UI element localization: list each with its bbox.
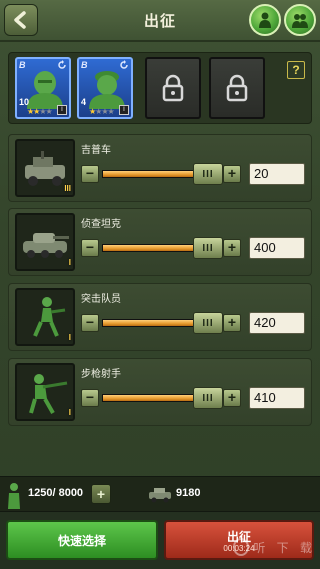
hero-badge: I: [119, 105, 129, 115]
top-bar: 出征: [0, 0, 320, 42]
tank-icon: [23, 233, 69, 258]
watermark-text: 听 下 载: [253, 540, 316, 555]
unit-count-field[interactable]: 400: [249, 237, 305, 259]
increase-button[interactable]: +: [223, 239, 241, 257]
hero-card-2[interactable]: B 4 ★★★★ I: [77, 57, 133, 119]
unit-rank-mark: I: [68, 408, 71, 417]
unit-rank-mark: I: [68, 258, 71, 267]
increase-button[interactable]: +: [223, 165, 241, 183]
lock-icon: [162, 74, 184, 102]
unit-row-assault-trooper: I 突击队员 − III + 420: [8, 283, 312, 351]
increase-button[interactable]: +: [223, 389, 241, 407]
unit-count-field[interactable]: 20: [249, 163, 305, 185]
unit-thumbnail[interactable]: I: [15, 363, 75, 421]
soldier-group-icon: [292, 14, 308, 28]
unit-rank-mark: III: [64, 184, 71, 193]
add-population-button[interactable]: +: [91, 484, 111, 504]
soldier-shield-icon: [259, 12, 271, 28]
slider-handle[interactable]: III: [193, 312, 223, 334]
hero-card-1[interactable]: B 10 ★★★★ I: [15, 57, 71, 119]
unit-count-field[interactable]: 420: [249, 312, 305, 334]
squad-panel: B 10 ★★★★ I B 4 ★★★★ I ?: [8, 52, 312, 124]
unit-row-jeep: III 吉普车 − III + 20: [8, 134, 312, 202]
unit-thumbnail[interactable]: I: [15, 288, 75, 346]
vehicle-icon: [149, 488, 171, 503]
watermark: 听 下 载: [233, 538, 316, 556]
quick-select-button[interactable]: 快速选择: [6, 520, 158, 560]
unit-row-scout-tank: I 侦查坦克 − III + 400: [8, 208, 312, 276]
resource-bar: 1250/ 8000 + 9180: [0, 476, 320, 512]
locked-slot-1[interactable]: [145, 57, 201, 119]
unit-row-rifleman: I 步枪射手 − III + 410: [8, 358, 312, 426]
hero-level: 10: [19, 97, 30, 107]
rifleman-icon: [29, 374, 68, 414]
unit-thumbnail[interactable]: III: [15, 139, 75, 197]
decrease-button[interactable]: −: [81, 165, 99, 183]
hero-portrait-icon: [89, 71, 125, 109]
increase-button[interactable]: +: [223, 314, 241, 332]
assault-soldier-icon: [33, 297, 66, 337]
unit-rank-mark: I: [68, 333, 71, 342]
hero-level: 4: [81, 97, 87, 107]
slider-handle[interactable]: III: [193, 237, 223, 259]
hero-portrait-icon: [27, 71, 63, 109]
game-screen: 出征 B 10 ★★★★ I B 4 ★★★★ I ? III 吉普车 − II…: [0, 0, 320, 569]
unit-name: 吉普车: [81, 145, 111, 156]
slider-handle[interactable]: III: [193, 387, 223, 409]
locked-slot-2[interactable]: [209, 57, 265, 119]
unit-count-field[interactable]: 410: [249, 387, 305, 409]
watermark-logo-icon: [233, 538, 250, 556]
population-count: 1250/ 8000: [28, 487, 84, 499]
soldier-shield-button[interactable]: [249, 4, 281, 36]
soldier-icon: [8, 483, 20, 509]
unit-name: 步枪射手: [81, 369, 121, 380]
lock-icon: [226, 74, 248, 102]
soldier-group-button[interactable]: [284, 4, 316, 36]
decrease-button[interactable]: −: [81, 314, 99, 332]
hero-badge: I: [57, 105, 67, 115]
help-button[interactable]: ?: [287, 61, 305, 79]
decrease-button[interactable]: −: [81, 239, 99, 257]
hero-stars: ★★★★: [27, 107, 53, 116]
hero-stars: ★★★★: [89, 107, 115, 116]
slider-handle[interactable]: III: [193, 163, 223, 185]
unit-name: 侦查坦克: [81, 219, 121, 230]
vehicle-resource-count: 9180: [176, 487, 201, 499]
decrease-button[interactable]: −: [81, 389, 99, 407]
unit-name: 突击队员: [81, 294, 121, 305]
unit-thumbnail[interactable]: I: [15, 213, 75, 271]
